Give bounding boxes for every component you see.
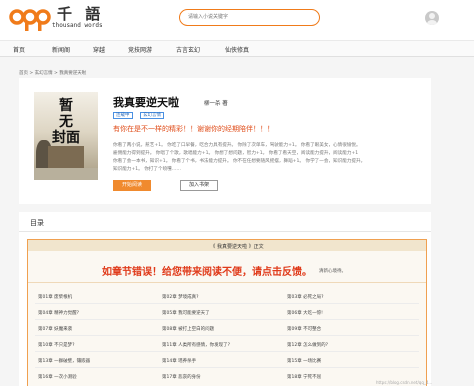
nav-item-home[interactable]: 首页: [13, 45, 25, 54]
catalog-title: 目录: [30, 219, 44, 227]
book-cover[interactable]: 暂无封面: [34, 92, 98, 180]
chapter-link[interactable]: 第04章 精神力觉醒?: [38, 310, 79, 316]
divider: [35, 335, 419, 336]
divider: [35, 303, 419, 304]
chapter-link[interactable]: 第13章 一群破壁，镶嵌器: [38, 358, 90, 364]
logo-icon[interactable]: [9, 6, 51, 32]
category-badge[interactable]: 玄幻言情: [140, 112, 164, 119]
chapter-panel-header-text: 《 我真要逆天啦 》正文: [210, 244, 264, 250]
book-author: 柳一杀 著: [204, 101, 228, 107]
avatar-body-shape: [427, 20, 437, 25]
search-input[interactable]: 请输入小说关键字: [179, 9, 320, 26]
chapter-link[interactable]: 第01章 废柴根机: [38, 294, 72, 300]
nav-item-fantasy[interactable]: 古言玄幻: [176, 45, 200, 54]
chapter-link[interactable]: 第18章 宁死不屈: [287, 374, 321, 380]
chapter-link[interactable]: 第08章 被打上空白的问题: [162, 326, 214, 332]
cover-water-shape: [34, 168, 98, 180]
cover-title-lettering: 暂无封面: [52, 98, 80, 146]
main-nav: 首页 新闻阁 穿越 竞技网游 古言玄幻 仙侠修真: [0, 40, 474, 57]
chapter-link[interactable]: 第12章 怎么做到的?: [287, 342, 328, 348]
book-tagline: 有你在是不一样的精彩！！谢谢你的经期陪伴！！！: [113, 125, 274, 133]
chapter-link[interactable]: 第11章 人类所有感情，你发现了?: [162, 342, 230, 348]
error-report-notice[interactable]: 如章节错误！给您带来阅读不便，请点击反馈。: [102, 263, 312, 278]
watermark: https://blog.csdn.net/qq_4...: [376, 380, 433, 385]
divider: [35, 367, 419, 368]
chapter-link[interactable]: 第09章 不可整合: [287, 326, 321, 332]
add-to-shelf-button[interactable]: 加入书架: [180, 180, 218, 191]
user-avatar[interactable]: [425, 11, 439, 25]
chapter-link[interactable]: 第14章 瑶养杀手: [162, 358, 196, 364]
start-reading-button[interactable]: 开始阅读: [113, 180, 151, 191]
notice-subtext: 清新心境待。: [319, 269, 346, 274]
chapter-link[interactable]: 第05章 我可能要逆天了: [162, 310, 210, 316]
chapter-link[interactable]: 第02章 梦境成真?: [162, 294, 199, 300]
intro-line: 你看了两小说，惹艺+1。 你吃了口早餐，吃合力具有提升。 你除了次单车，驾驶能力…: [113, 143, 361, 148]
avatar-head-shape: [429, 13, 435, 19]
logo-chinese-text: 千 語: [57, 5, 105, 23]
chapter-link[interactable]: 第16章 一次小测验: [38, 374, 77, 380]
nav-item-xianxia[interactable]: 仙侠修真: [225, 45, 249, 54]
divider: [35, 319, 419, 320]
divider: [19, 231, 431, 232]
nav-item-news[interactable]: 新闻阁: [52, 45, 70, 54]
logo-english-text: thousand words: [52, 22, 103, 29]
nav-item-time-travel[interactable]: 穿越: [93, 45, 105, 54]
book-title: 我真要逆天啦: [113, 96, 179, 109]
divider: [28, 282, 426, 283]
chapter-link[interactable]: 第06章 大吃一惊!: [287, 310, 323, 316]
cover-pagoda-shape: [48, 146, 84, 168]
intro-line: 知识能力+1。 你打了个喷嚏……: [113, 167, 181, 172]
nav-item-gaming[interactable]: 竞技网游: [128, 45, 152, 54]
intro-line: 雇佣能力得到提升。 你唱了个歌，歌唱能力+1。 你想了想问题，智力+1。 你看了…: [113, 151, 359, 156]
chapter-link[interactable]: 第03章 必死之局?: [287, 294, 324, 300]
chapter-link[interactable]: 第10章 不只是梦?: [38, 342, 75, 348]
divider: [35, 351, 419, 352]
breadcrumb[interactable]: 首页 > 玄幻言情 > 我真要逆天啦: [19, 70, 86, 76]
book-intro: 你看了两小说，惹艺+1。 你吃了口早餐，吃合力具有提升。 你除了次单车，驾驶能力…: [113, 142, 429, 174]
chapter-link[interactable]: 第07章 妖魔来袭: [38, 326, 72, 332]
intro-line: 你看了会一本书，知识+1。 你看了个书，书法能力提升。 你不在任想要随风摇摆，舞…: [113, 159, 366, 164]
chapter-link[interactable]: 第15章 一场比赛: [287, 358, 321, 364]
top-header: 千 語 thousand words 请输入小说关键字: [0, 0, 474, 40]
status-badge: 连载中: [113, 112, 133, 119]
chapter-link[interactable]: 第17章 悲哀的身份: [162, 374, 201, 380]
